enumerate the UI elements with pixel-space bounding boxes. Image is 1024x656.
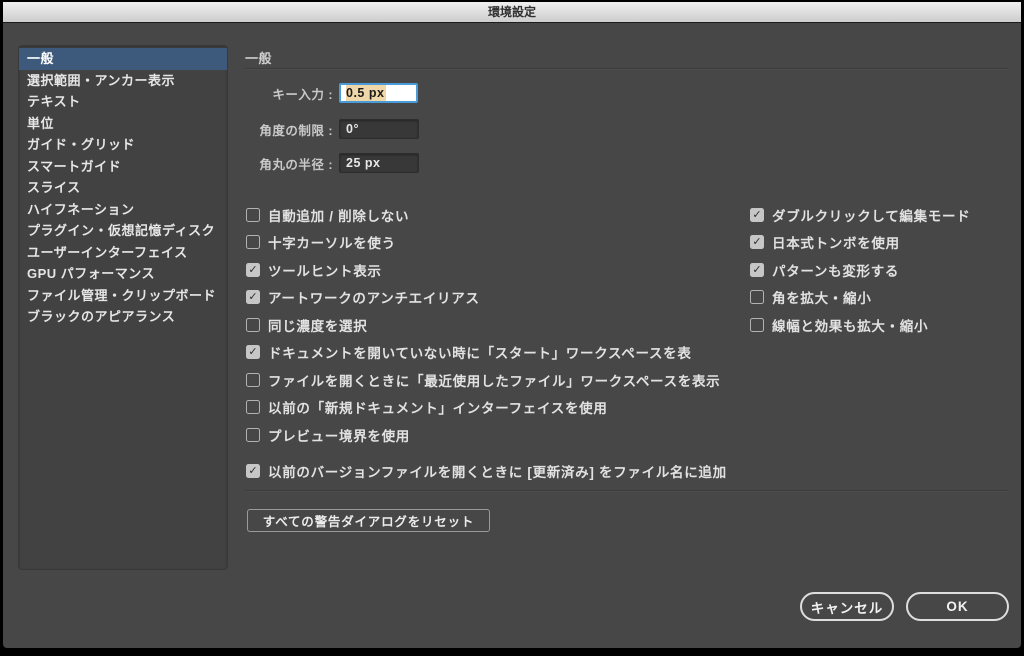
sidebar-item[interactable]: 単位	[19, 113, 227, 135]
checkbox-label: 以前のバージョンファイルを開くときに [更新済み] をファイル名に追加	[268, 465, 727, 481]
checkbox-label: 線幅と効果も拡大・縮小	[772, 318, 929, 334]
checkbox-icon[interactable]: ✓	[246, 464, 260, 479]
checkbox-label: ダブルクリックして編集モード	[772, 208, 971, 224]
checkbox-icon[interactable]	[750, 317, 764, 332]
field-label: 角度の制限 :	[259, 123, 333, 138]
checkbox-label: ドキュメントを開いていない時に「スタート」ワークスペースを表	[268, 346, 692, 362]
cancel-button[interactable]: キャンセル	[800, 592, 894, 621]
preferences-category-list: 一般 選択範囲・アンカー表示 テキスト 単位 ガイド・グリッド スマートガイド スライス ハイ…	[18, 45, 228, 570]
text-field[interactable]: 0°	[339, 119, 419, 139]
checkbox-row[interactable]: ✓ 日本式トンボを使用	[750, 229, 970, 257]
sidebar-item[interactable]: スマートガイド	[19, 156, 227, 178]
checkbox-label: パターンも変形する	[772, 263, 900, 279]
sidebar-item[interactable]: ハイフネーション	[19, 199, 227, 221]
checkbox-row[interactable]: ファイルを開くときに「最近使用したファイル」ワークスペースを表示	[246, 366, 727, 394]
checkbox-icon[interactable]	[246, 372, 260, 387]
checkbox-label: 日本式トンボを使用	[772, 236, 900, 252]
checkbox-label: 角を拡大・縮小	[772, 291, 872, 307]
checkbox-icon[interactable]: ✓	[246, 345, 260, 360]
checkbox-label: プレビュー境界を使用	[268, 428, 410, 444]
checkbox-row[interactable]: 角を拡大・縮小	[750, 284, 970, 312]
section-divider	[245, 490, 1009, 492]
checkbox-row[interactable]: 以前の「新規ドキュメント」インターフェイスを使用	[246, 394, 727, 422]
checkbox-row[interactable]: ✓ ドキュメントを開いていない時に「スタート」ワークスペースを表	[246, 339, 727, 367]
checkbox-label: ファイルを開くときに「最近使用したファイル」ワークスペースを表示	[268, 373, 721, 389]
text-field[interactable]: 25 px	[339, 153, 419, 173]
sidebar-item[interactable]: テキスト	[19, 91, 227, 113]
checkbox-row[interactable]: 線幅と効果も拡大・縮小	[750, 311, 970, 339]
field-row: 角丸の半径 : 25 px	[241, 152, 419, 174]
checkbox-icon[interactable]	[750, 290, 764, 305]
checkbox-row[interactable]: 同じ濃度を選択	[246, 311, 727, 339]
checkbox-label: 以前の「新規ドキュメント」インターフェイスを使用	[268, 401, 608, 417]
checkbox-row[interactable]: ✓ ツールヒント表示	[246, 256, 727, 284]
checkbox-label: ツールヒント表示	[268, 263, 382, 279]
checkbox-icon[interactable]	[246, 317, 260, 332]
sidebar-item[interactable]: スライス	[19, 177, 227, 199]
field-label: キー入力 :	[272, 87, 333, 102]
checkbox-row[interactable]: 十字カーソルを使う	[246, 229, 727, 257]
field-value: 0°	[346, 122, 359, 136]
sidebar-item[interactable]: GPU パフォーマンス	[19, 263, 227, 285]
ok-button[interactable]: OK	[906, 592, 1009, 621]
checkbox-icon[interactable]: ✓	[750, 207, 764, 222]
sidebar-item[interactable]: 選択範囲・アンカー表示	[19, 70, 227, 92]
sidebar-item[interactable]: ブラックのアピアランス	[19, 306, 227, 328]
dialog-content: 一般 選択範囲・アンカー表示 テキスト 単位 ガイド・グリッド スマートガイド スライス ハイ…	[3, 23, 1021, 648]
checkbox-icon[interactable]: ✓	[750, 262, 764, 277]
checkbox-label: アートワークのアンチエイリアス	[268, 291, 480, 307]
section-title: 一般	[245, 51, 273, 66]
sidebar-item[interactable]: ガイド・グリッド	[19, 134, 227, 156]
sidebar-item[interactable]: ユーザーインターフェイス	[19, 242, 227, 264]
field-label: 角丸の半径 :	[259, 157, 333, 172]
text-field[interactable]: 0.5 px	[339, 83, 418, 103]
checkbox-row[interactable]: ✓ ダブルクリックして編集モード	[750, 201, 970, 229]
checkbox-row[interactable]: 自動追加 / 削除しない	[246, 201, 727, 229]
checkbox-icon[interactable]	[246, 427, 260, 442]
section-divider	[245, 68, 1009, 70]
sidebar-item[interactable]: プラグイン・仮想記憶ディスク	[19, 220, 227, 242]
field-value: 25 px	[346, 156, 381, 170]
checkbox-icon[interactable]	[246, 207, 260, 222]
preferences-dialog: 環境設定 一般 選択範囲・アンカー表示 テキスト 単位 ガイド・グリッド スマートガイドス…	[3, 2, 1021, 648]
field-row: キー入力 : 0.5 px	[241, 82, 418, 104]
checkbox-icon[interactable]	[246, 235, 260, 250]
sidebar-item[interactable]: ファイル管理・クリップボード	[19, 285, 227, 307]
checkbox-label: 自動追加 / 削除しない	[268, 208, 410, 224]
checkbox-label: 同じ濃度を選択	[268, 318, 368, 334]
checkbox-icon[interactable]: ✓	[246, 262, 260, 277]
checkbox-icon[interactable]	[246, 400, 260, 415]
dialog-titlebar[interactable]: 環境設定	[3, 2, 1021, 23]
checkbox-row[interactable]: ✓ アートワークのアンチエイリアス	[246, 284, 727, 312]
field-row: 角度の制限 : 0°	[241, 118, 419, 140]
checkbox-row[interactable]: プレビュー境界を使用	[246, 421, 727, 449]
field-value: 0.5 px	[346, 85, 387, 101]
checkbox-label: 十字カーソルを使う	[268, 236, 396, 252]
checkbox-row[interactable]: ✓ パターンも変形する	[750, 256, 970, 284]
screen-background: 環境設定 一般 選択範囲・アンカー表示 テキスト 単位 ガイド・グリッド スマートガイドス…	[0, 0, 1024, 656]
checkbox-row[interactable]: ✓ 以前のバージョンファイルを開くときに [更新済み] をファイル名に追加	[246, 458, 727, 486]
checkbox-icon[interactable]: ✓	[750, 235, 764, 250]
checkbox-icon[interactable]: ✓	[246, 290, 260, 305]
sidebar-item[interactable]: 一般	[19, 48, 227, 70]
dialog-title: 環境設定	[487, 5, 536, 19]
reset-warning-dialogs-button[interactable]: すべての警告ダイアログをリセット	[247, 509, 490, 532]
